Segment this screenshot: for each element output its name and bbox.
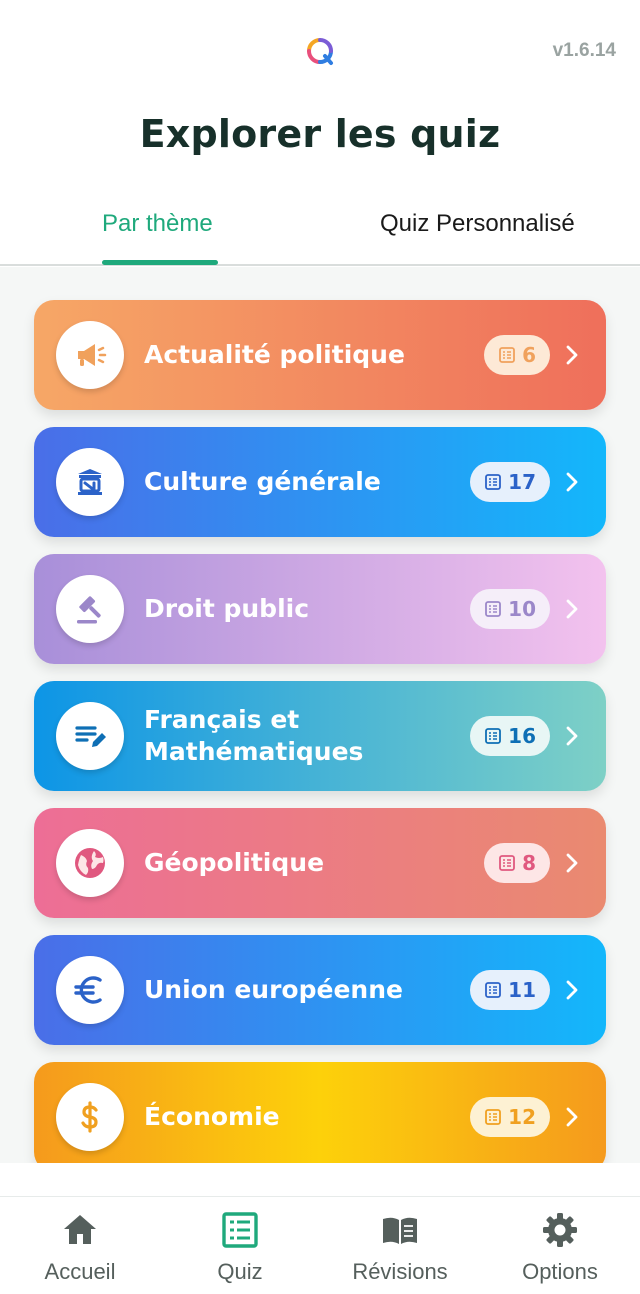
- nav-revisions[interactable]: Révisions: [320, 1197, 480, 1294]
- quiz-count-badge: 16: [470, 716, 550, 756]
- quiz-count: 10: [508, 597, 536, 621]
- app-version: v1.6.14: [552, 40, 616, 61]
- chevron-right-icon: [566, 1107, 578, 1127]
- theme-label: Culture générale: [144, 467, 381, 496]
- top-bar: v1.6.14: [0, 0, 640, 100]
- chevron-right-icon: [566, 980, 578, 1000]
- nav-quiz[interactable]: Quiz: [160, 1197, 320, 1294]
- quiz-count: 16: [508, 724, 536, 748]
- quiz-count: 8: [522, 851, 536, 875]
- list-icon: [499, 855, 515, 871]
- theme-icon-badge: [56, 575, 124, 643]
- list-icon: [485, 474, 502, 490]
- quiz-count-badge: 11: [470, 970, 550, 1010]
- theme-label: Géopolitique: [144, 848, 325, 877]
- bottom-navigation: Accueil Quiz Révisions Options: [0, 1196, 640, 1294]
- tab-par-theme[interactable]: Par thème: [102, 210, 213, 238]
- theme-label: Union européenne: [144, 975, 403, 1004]
- euro-icon: [74, 976, 102, 1004]
- megaphone-icon: [78, 344, 107, 366]
- chevron-right-icon: [566, 853, 578, 873]
- theme-icon-badge: [56, 321, 124, 389]
- quiz-count: 6: [522, 343, 536, 367]
- list-icon: [485, 982, 502, 998]
- nav-label: Révisions: [352, 1259, 448, 1284]
- nav-accueil[interactable]: Accueil: [0, 1197, 160, 1294]
- theme-icon-badge: [56, 1083, 124, 1151]
- quiz-count: 17: [508, 470, 536, 494]
- theme-card-economie[interactable]: Économie 12: [34, 1062, 606, 1163]
- list-icon: [485, 728, 502, 744]
- quiz-count-badge: 8: [484, 843, 550, 883]
- theme-card-francais-mathematiques[interactable]: Français et Mathématiques 16: [34, 681, 606, 791]
- globe-icon: [75, 848, 105, 878]
- list-icon: [485, 601, 502, 617]
- theme-card-droit-public[interactable]: Droit public 10: [34, 554, 606, 664]
- page-title: Explorer les quiz: [139, 112, 501, 156]
- chevron-right-icon: [566, 345, 578, 365]
- theme-icon-badge: [56, 829, 124, 897]
- theme-icon-badge: [56, 956, 124, 1024]
- theme-list[interactable]: Actualité politique 6 Culture générale 1…: [0, 267, 640, 1163]
- theme-card-actualite-politique[interactable]: Actualité politique 6: [34, 300, 606, 410]
- quiz-count-badge: 6: [484, 335, 550, 375]
- chevron-right-icon: [566, 726, 578, 746]
- nav-label: Options: [522, 1259, 598, 1284]
- list-icon: [499, 347, 515, 363]
- chevron-right-icon: [566, 472, 578, 492]
- list-icon: [222, 1212, 258, 1248]
- nav-label: Quiz: [217, 1259, 263, 1284]
- theme-card-culture-generale[interactable]: Culture générale 17: [34, 427, 606, 537]
- quiz-count-badge: 17: [470, 462, 550, 502]
- quiz-count: 12: [508, 1105, 536, 1129]
- gavel-icon: [77, 596, 101, 624]
- museum-icon: [78, 469, 102, 495]
- gear-icon: [543, 1213, 577, 1247]
- edit-notes-icon: [75, 726, 106, 747]
- book-icon: [383, 1217, 417, 1244]
- theme-card-geopolitique[interactable]: Géopolitique 8: [34, 808, 606, 918]
- active-tab-indicator: [102, 260, 218, 265]
- quiz-count: 11: [508, 978, 536, 1002]
- tab-bar: Par thème Quiz Personnalisé: [0, 196, 640, 266]
- theme-label: Français et Mathématiques: [144, 705, 364, 766]
- chevron-right-icon: [566, 599, 578, 619]
- theme-label: Droit public: [144, 594, 310, 623]
- nav-options[interactable]: Options: [480, 1197, 640, 1294]
- quiz-count-badge: 12: [470, 1097, 550, 1137]
- dollar-icon: [81, 1101, 98, 1133]
- theme-label: Économie: [144, 1102, 280, 1131]
- theme-label: Actualité politique: [144, 340, 405, 369]
- tab-quiz-personnalise[interactable]: Quiz Personnalisé: [380, 210, 575, 238]
- quiz-count-badge: 10: [470, 589, 550, 629]
- theme-icon-badge: [56, 448, 124, 516]
- home-icon: [64, 1215, 96, 1244]
- theme-card-union-europeenne[interactable]: Union européenne 11: [34, 935, 606, 1045]
- nav-label: Accueil: [44, 1259, 116, 1284]
- theme-icon-badge: [56, 702, 124, 770]
- list-icon: [485, 1109, 502, 1125]
- quiz-logo-icon: [307, 38, 333, 65]
